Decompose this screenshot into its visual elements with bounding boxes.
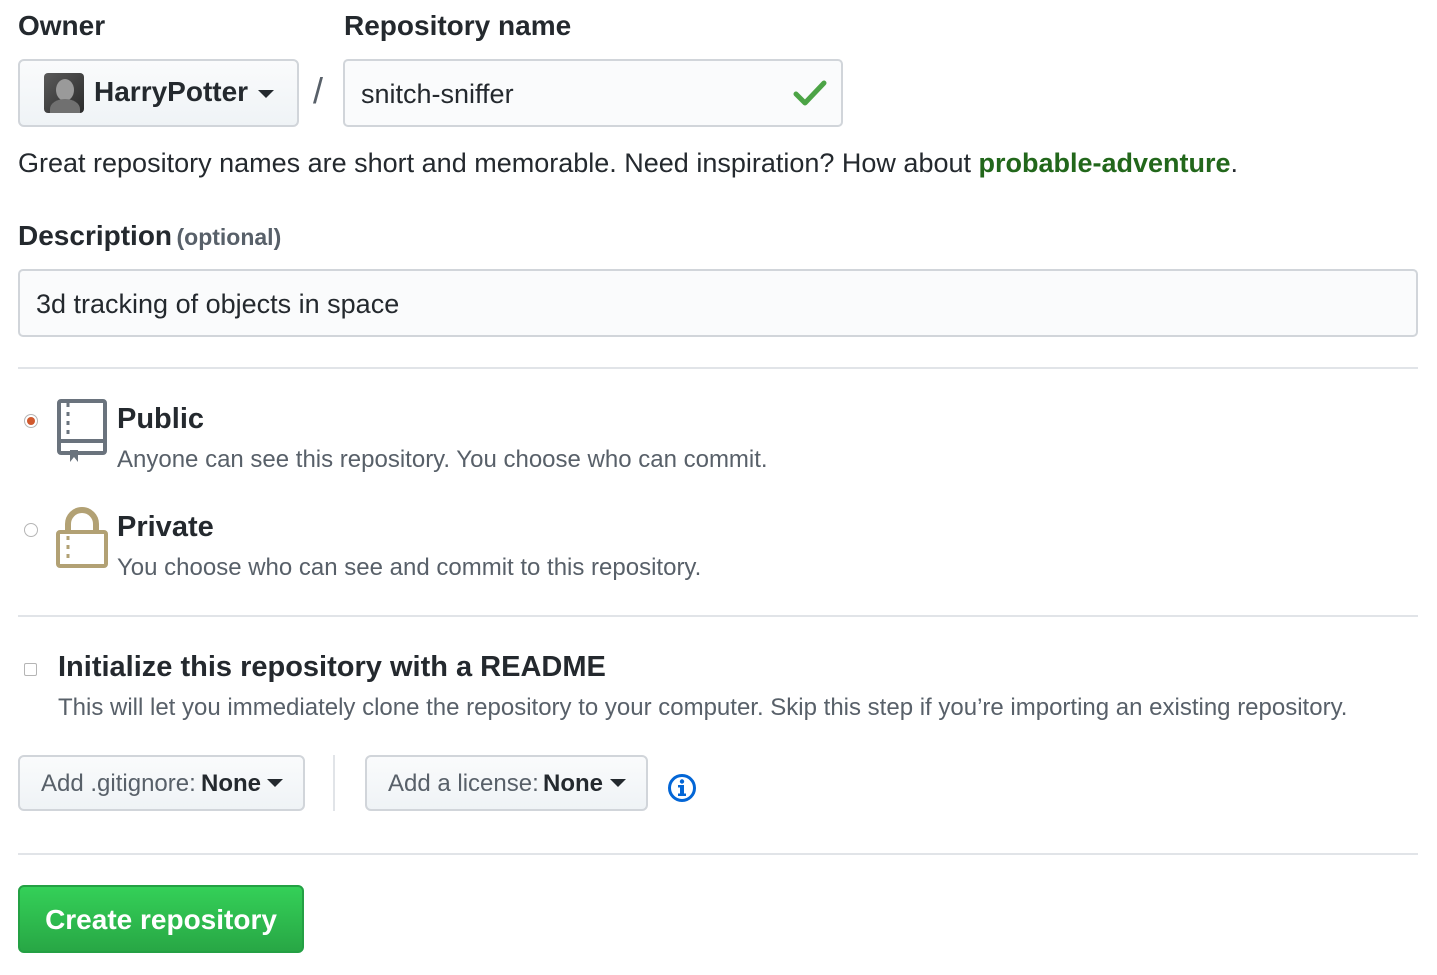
divider xyxy=(18,367,1418,369)
repo-name-value: snitch-sniffer xyxy=(361,79,514,109)
gitignore-prefix: Add .gitignore: xyxy=(41,770,196,797)
description-label-text: Description xyxy=(18,220,173,251)
create-button-label: Create repository xyxy=(45,904,277,935)
divider xyxy=(18,853,1418,855)
repo-name-hint: Great repository names are short and mem… xyxy=(18,148,1238,179)
chevron-down-icon xyxy=(258,90,274,98)
create-repository-button[interactable]: Create repository xyxy=(18,885,304,953)
description-input[interactable]: 3d tracking of objects in space xyxy=(18,269,1418,337)
repo-name-label: Repository name xyxy=(344,10,572,41)
license-value: None xyxy=(543,770,603,797)
check-icon xyxy=(793,80,827,106)
private-description: You choose who can see and commit to thi… xyxy=(117,554,702,581)
gitignore-value: None xyxy=(201,770,261,797)
optional-tag: (optional) xyxy=(176,224,282,250)
private-title: Private xyxy=(117,511,214,543)
repo-book-icon xyxy=(57,399,107,462)
divider xyxy=(18,615,1418,617)
private-radio[interactable] xyxy=(24,523,38,537)
readme-title: Initialize this repository with a README xyxy=(58,651,606,683)
hint-text: Great repository names are short and mem… xyxy=(18,148,979,178)
description-value: 3d tracking of objects in space xyxy=(36,289,400,319)
readme-checkbox[interactable] xyxy=(24,663,37,676)
chevron-down-icon xyxy=(267,779,283,787)
vertical-divider xyxy=(333,755,335,811)
owner-repo-separator: / xyxy=(313,70,324,111)
info-icon[interactable] xyxy=(667,773,697,803)
repo-name-input[interactable]: snitch-sniffer xyxy=(343,59,843,127)
avatar xyxy=(44,73,84,113)
readme-description: This will let you immediately clone the … xyxy=(58,694,1348,721)
hint-end: . xyxy=(1230,148,1239,178)
public-radio[interactable] xyxy=(24,414,38,428)
owner-name: HarryPotter xyxy=(94,76,249,107)
suggestion-link[interactable]: probable-adventure xyxy=(979,148,1231,178)
owner-label: Owner xyxy=(18,10,106,41)
public-title: Public xyxy=(117,403,205,435)
lock-icon xyxy=(56,507,108,568)
chevron-down-icon xyxy=(610,779,626,787)
public-description: Anyone can see this repository. You choo… xyxy=(117,446,768,473)
description-label: Description (optional) xyxy=(18,220,281,252)
gitignore-dropdown[interactable]: Add .gitignore: None xyxy=(18,755,305,811)
license-dropdown[interactable]: Add a license: None xyxy=(365,755,648,811)
owner-dropdown[interactable]: HarryPotter xyxy=(18,59,299,127)
license-prefix: Add a license: xyxy=(388,770,539,797)
